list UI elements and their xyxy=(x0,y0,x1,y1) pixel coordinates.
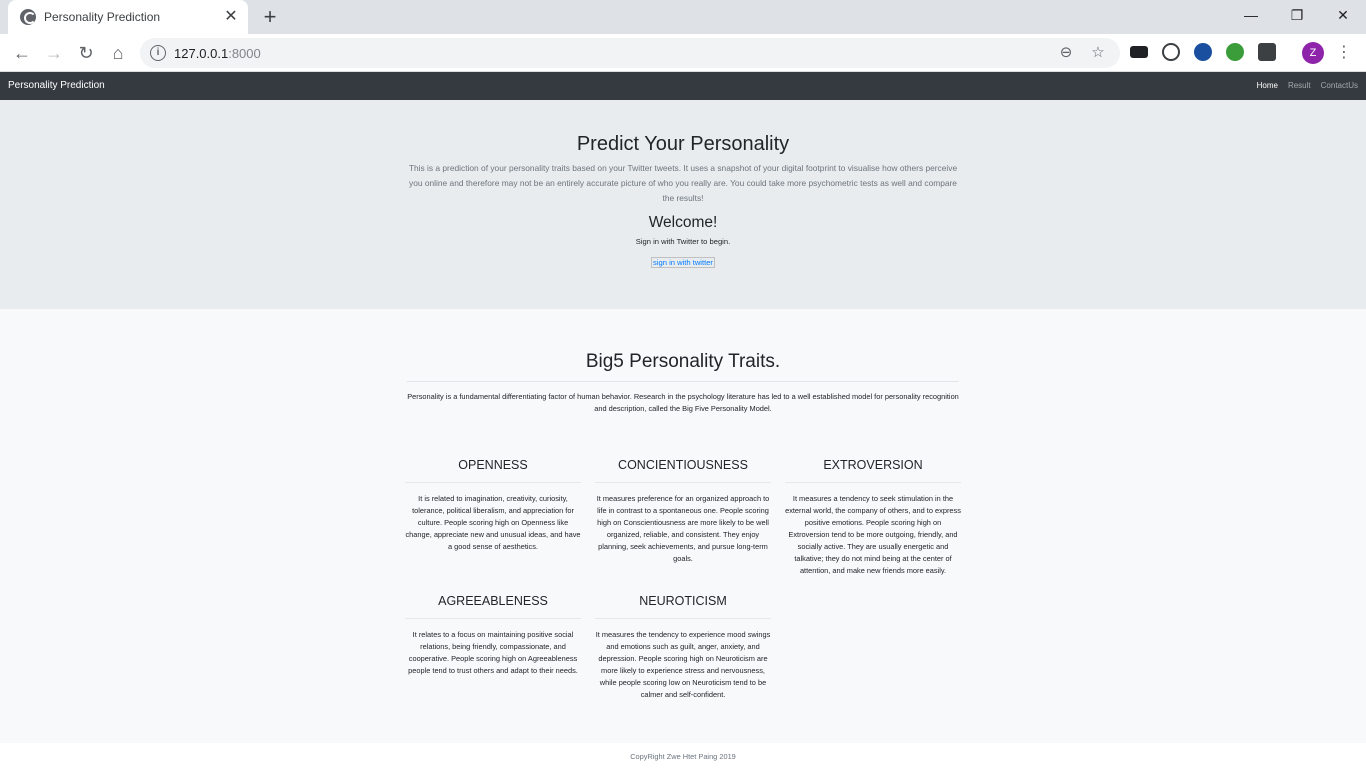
site-footer: CopyRight Zwe Htet Paing 2019 xyxy=(0,743,1366,768)
trait-title: OPENNESS xyxy=(458,458,528,472)
profile-avatar[interactable]: Z xyxy=(1302,42,1324,64)
url-host: 127.0.0.1 xyxy=(174,46,229,61)
trait-card-neuroticism: NEUROTICISM It measures the tendency to … xyxy=(595,594,771,701)
back-button[interactable]: ← xyxy=(9,40,35,66)
blue-extension-icon[interactable] xyxy=(1194,43,1212,61)
nav-links: Home Result ContactUs xyxy=(1257,81,1358,90)
globe-extension-icon[interactable] xyxy=(1226,43,1244,61)
trait-title: EXTROVERSION xyxy=(823,458,923,472)
trait-card-extroversion: EXTROVERSION It measures a tendency to s… xyxy=(785,458,961,577)
trait-description: It is related to imagination, creativity… xyxy=(405,494,581,551)
close-window-button[interactable]: ✕ xyxy=(1320,0,1366,30)
nav-link-result[interactable]: Result xyxy=(1288,81,1311,90)
navbar-brand[interactable]: Personality Prediction xyxy=(8,80,105,91)
nav-link-contact[interactable]: ContactUs xyxy=(1321,81,1358,90)
divider xyxy=(407,381,959,382)
tab-title: Personality Prediction xyxy=(44,10,161,24)
url-port: :8000 xyxy=(228,46,261,61)
keyboard-extension-icon[interactable] xyxy=(1130,46,1148,58)
divider xyxy=(595,618,771,619)
globe-icon xyxy=(20,9,36,25)
new-tab-button[interactable]: + xyxy=(258,5,282,29)
twitter-signin-link[interactable]: sign in with twitter xyxy=(0,257,1366,268)
divider xyxy=(405,618,581,619)
twitter-signin-image-alt[interactable]: sign in with twitter xyxy=(651,257,715,268)
trait-title: AGREEABLENESS xyxy=(438,594,548,608)
browser-toolbar: ← → ↻ ⌂ i 127.0.0.1:8000 ⊖ ☆ Z ⋮ xyxy=(0,34,1366,72)
trait-description: It measures the tendency to experience m… xyxy=(595,630,771,699)
hero-section: Predict Your Personality This is a predi… xyxy=(0,100,1366,309)
welcome-heading: Welcome! xyxy=(648,214,718,231)
trait-title: NEUROTICISM xyxy=(639,594,727,608)
restore-button[interactable]: ❐ xyxy=(1274,0,1320,30)
trait-description: It relates to a focus on maintaining pos… xyxy=(408,630,578,675)
home-button[interactable]: ⌂ xyxy=(105,40,131,66)
big5-section: Big5 Personality Traits. Personality is … xyxy=(0,325,1366,743)
trait-description: It measures preference for an organized … xyxy=(596,494,770,563)
hero-title: Predict Your Personality xyxy=(576,133,790,155)
trait-description: It measures a tendency to seek stimulati… xyxy=(785,494,961,575)
browser-tab-bar: Personality Prediction ✕ + — ❐ ✕ xyxy=(0,0,1366,34)
download-extension-icon[interactable] xyxy=(1258,43,1276,61)
url-text[interactable]: 127.0.0.1:8000 xyxy=(174,46,261,61)
minimize-button[interactable]: — xyxy=(1228,0,1274,30)
trait-title: CONCIENTIOUSNESS xyxy=(618,458,748,472)
divider xyxy=(595,482,771,483)
close-circle-extension-icon[interactable] xyxy=(1162,43,1180,61)
signin-instruction: Sign in with Twitter to begin. xyxy=(635,237,731,246)
hero-lead: This is a prediction of your personality… xyxy=(408,163,958,203)
big5-title: Big5 Personality Traits. xyxy=(585,351,781,372)
divider xyxy=(405,482,581,483)
web-page: Personality Prediction Home Result Conta… xyxy=(0,72,1366,768)
browser-tab[interactable]: Personality Prediction ✕ xyxy=(8,0,248,34)
trait-card-agreeableness: AGREEABLENESS It relates to a focus on m… xyxy=(405,594,581,677)
site-navbar: Personality Prediction Home Result Conta… xyxy=(0,72,1366,100)
reload-button[interactable]: ↻ xyxy=(73,40,99,66)
bookmark-star-icon[interactable]: ☆ xyxy=(1088,43,1108,63)
big5-intro: Personality is a fundamental differentia… xyxy=(407,392,959,413)
forward-button[interactable]: → xyxy=(41,40,67,66)
browser-menu-icon[interactable]: ⋮ xyxy=(1334,42,1354,64)
trait-card-openness: OPENNESS It is related to imagination, c… xyxy=(405,458,581,553)
nav-link-home[interactable]: Home xyxy=(1257,81,1278,90)
copyright-text: CopyRight Zwe Htet Paing 2019 xyxy=(630,752,736,761)
tab-close-icon[interactable]: ✕ xyxy=(222,8,240,26)
address-bar[interactable]: i 127.0.0.1:8000 ⊖ ☆ xyxy=(140,38,1120,68)
trait-card-conscientiousness: CONCIENTIOUSNESS It measures preference … xyxy=(595,458,771,565)
zoom-icon[interactable]: ⊖ xyxy=(1056,43,1076,63)
divider xyxy=(785,482,961,483)
site-info-icon[interactable]: i xyxy=(150,45,166,61)
